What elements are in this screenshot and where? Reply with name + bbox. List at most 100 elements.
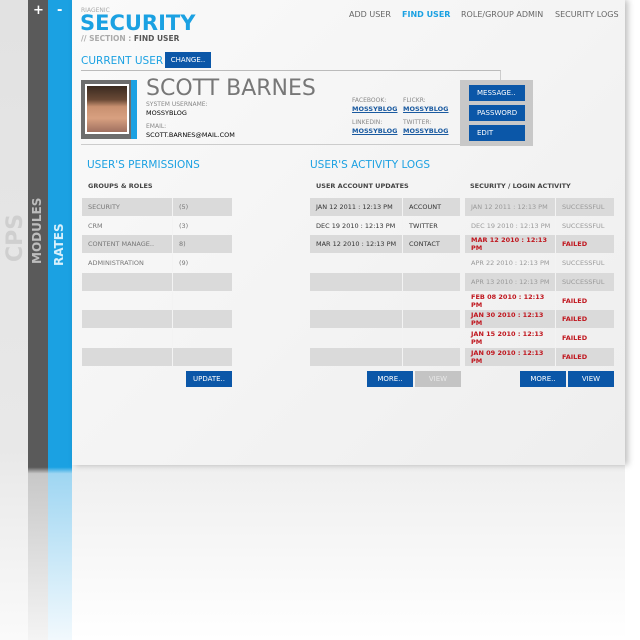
permission-date [82, 329, 172, 347]
account-update-row[interactable]: MAR 12 2010 : 12:13 PM CONTACT [310, 235, 460, 254]
account-update-row[interactable] [310, 347, 460, 366]
avatar-frame [81, 80, 137, 139]
login-date: FEB 08 2010 : 12:13 PM [471, 292, 545, 309]
permission-row[interactable]: ADMINISTRATION (9) [82, 254, 232, 273]
nav-add-user[interactable]: ADD USER [349, 10, 391, 19]
account-update-value: TWITTER [402, 216, 460, 235]
account-update-date [310, 329, 402, 347]
updates-more-button[interactable]: MORE.. [367, 371, 413, 387]
login-date: APR 22 2010 : 12:13 PM [471, 259, 550, 268]
login-row[interactable]: DEC 19 2010 : 12:13 PM SUCCESSFUL [465, 216, 614, 235]
nav-security-logs[interactable]: SECURITY LOGS [555, 10, 619, 19]
login-row[interactable]: APR 13 2010 : 12:13 PM SUCCESSFUL [465, 272, 614, 291]
login-row[interactable]: JAN 30 2010 : 12:13 PM FAILED [465, 310, 614, 329]
login-value: FAILED [555, 291, 614, 310]
login-value: FAILED [555, 310, 614, 329]
account-update-row[interactable]: DEC 19 2010 : 12:13 PM TWITTER [310, 216, 460, 235]
user-name: SCOTT BARNES [146, 76, 316, 101]
message-button[interactable]: MESSAGE.. [469, 85, 525, 101]
cps-strip[interactable]: CPS [0, 0, 28, 640]
permission-row[interactable]: CRM (3) [82, 216, 232, 235]
account-update-value [402, 272, 460, 291]
login-date: APR 13 2010 : 12:13 PM [465, 272, 555, 291]
cps-label: CPS [3, 213, 28, 262]
password-button[interactable]: PASSWORD [469, 105, 525, 121]
twitter-label: TWITTER: [403, 119, 432, 126]
change-user-button[interactable]: CHANGE.. [165, 52, 211, 68]
permission-row[interactable] [82, 291, 232, 310]
groups-roles-heading: GROUPS & ROLES [88, 182, 153, 190]
login-activity-heading: SECURITY / LOGIN ACTIVITY [470, 182, 571, 190]
username-value: MOSSYBLOG [146, 109, 187, 117]
account-update-value [402, 291, 460, 310]
rates-strip[interactable]: - RATES [48, 0, 72, 640]
permission-row[interactable]: CONTENT MANAGE.. 8) [82, 235, 232, 254]
permission-row[interactable] [82, 272, 232, 291]
login-value: FAILED [555, 235, 614, 254]
permission-date: SECURITY [82, 198, 172, 216]
twitter-link[interactable]: MOSSYBLOG [403, 127, 449, 135]
username-label: SYSTEM USERNAME: [146, 101, 208, 108]
account-update-value [402, 310, 460, 329]
activity-heading: USER'S ACTIVITY LOGS [310, 159, 430, 171]
facebook-link[interactable]: MOSSYBLOG [352, 105, 398, 113]
modules-label: MODULES [30, 197, 44, 264]
login-row[interactable]: MAR 12 2010 : 12:13 PM FAILED [465, 235, 614, 254]
permission-row[interactable] [82, 347, 232, 366]
login-value: SUCCESSFUL [555, 272, 614, 291]
login-view-button[interactable]: VIEW [568, 371, 614, 387]
account-update-value: CONTACT [402, 235, 460, 254]
permission-date: ADMINISTRATION [88, 259, 144, 268]
account-update-date: DEC 19 2010 : 12:13 PM [316, 221, 396, 230]
avatar [85, 84, 129, 134]
account-update-date [310, 254, 402, 272]
collapse-minus-icon[interactable]: - [57, 3, 62, 18]
login-date: MAR 12 2010 : 12:13 PM [465, 235, 555, 254]
permission-value: (9) [172, 254, 232, 273]
permission-row[interactable]: SECURITY (5) [82, 198, 232, 216]
account-update-value: ACCOUNT [402, 198, 460, 216]
section-prefix: // SECTION : [81, 34, 132, 43]
email-label: EMAIL: [146, 123, 167, 130]
permission-date: CRM [88, 221, 103, 230]
login-row[interactable]: JAN 15 2010 : 12:13 PM FAILED [465, 328, 614, 347]
login-row[interactable]: JAN 09 2010 : 12:13 PM FAILED [465, 347, 614, 366]
edit-button[interactable]: EDIT [469, 125, 525, 141]
account-update-row[interactable] [310, 272, 460, 291]
login-value: SUCCESSFUL [555, 198, 614, 216]
login-row[interactable]: JAN 12 2011 : 12:13 PM SUCCESSFUL [465, 198, 614, 216]
linkedin-link[interactable]: MOSSYBLOG [352, 127, 398, 135]
permission-date [82, 292, 172, 310]
login-more-button[interactable]: MORE.. [520, 371, 566, 387]
account-update-row[interactable]: JAN 12 2011 : 12:13 PM ACCOUNT [310, 198, 460, 216]
expand-plus-icon[interactable]: + [33, 3, 44, 18]
flickr-link[interactable]: MOSSYBLOG [403, 105, 449, 113]
account-update-date: MAR 12 2010 : 12:13 PM [310, 235, 402, 254]
permission-value: 8) [172, 235, 232, 254]
nav-find-user[interactable]: FIND USER [402, 10, 450, 19]
permission-date: CONTENT MANAGE.. [82, 235, 172, 254]
login-row[interactable]: APR 22 2010 : 12:13 PM SUCCESSFUL [465, 254, 614, 273]
login-value: SUCCESSFUL [555, 254, 614, 273]
login-row[interactable]: FEB 08 2010 : 12:13 PM FAILED [465, 291, 614, 310]
permission-value [172, 310, 232, 329]
update-button[interactable]: UPDATE.. [186, 371, 232, 387]
account-update-value [402, 254, 460, 273]
rates-label: RATES [52, 223, 66, 266]
email-value: SCOTT.BARNES@MAIL.COM [146, 131, 235, 139]
permission-row[interactable] [82, 310, 232, 329]
account-update-row[interactable] [310, 310, 460, 329]
account-update-row[interactable] [310, 254, 460, 273]
account-update-date: JAN 12 2011 : 12:13 PM [310, 198, 402, 216]
permission-row[interactable] [82, 328, 232, 347]
account-update-value [402, 328, 460, 347]
permissions-heading: USER'S PERMISSIONS [87, 159, 200, 171]
updates-view-button[interactable]: VIEW [415, 371, 461, 387]
account-update-row[interactable] [310, 328, 460, 347]
modules-strip[interactable]: + MODULES [28, 0, 48, 640]
login-date: JAN 12 2011 : 12:13 PM [465, 198, 555, 216]
nav-role-group-admin[interactable]: ROLE/GROUP ADMIN [461, 10, 543, 19]
facebook-label: FACEBOOK: [352, 97, 387, 104]
account-update-row[interactable] [310, 291, 460, 310]
page-title: SECURITY [80, 11, 196, 35]
